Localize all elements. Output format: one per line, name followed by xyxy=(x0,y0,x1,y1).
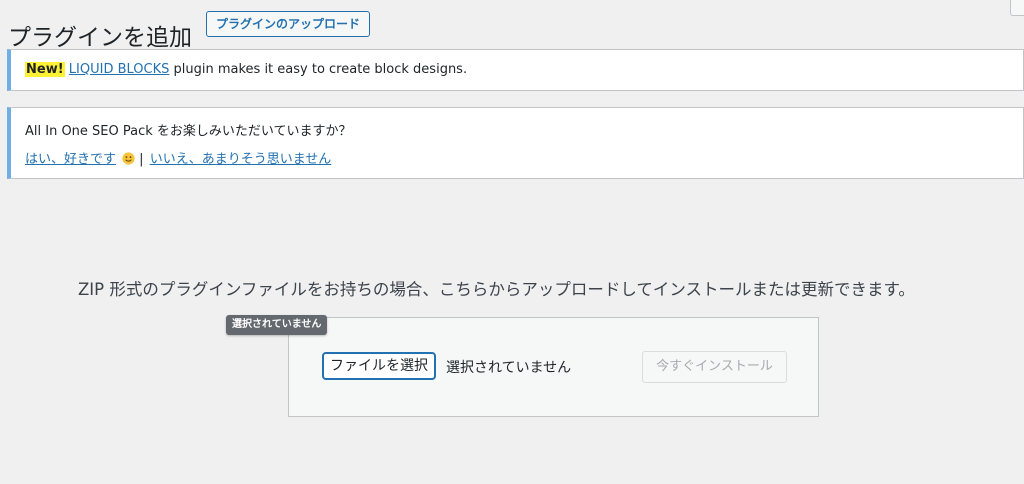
seo-yes-link[interactable]: はい、好きです xyxy=(25,152,116,167)
liquid-blocks-notice: New! LIQUID BLOCKS plugin makes it easy … xyxy=(7,49,1024,91)
link-separator: | xyxy=(139,152,144,167)
seo-feedback-notice: All In One SEO Pack をお楽しみいただいていますか？ はい、好… xyxy=(7,107,1024,179)
install-now-button[interactable]: 今すぐインストール xyxy=(642,351,787,383)
seo-answer-links: はい、好きです | いいえ、あまりそう思いません xyxy=(25,148,331,167)
liquid-notice-text: plugin makes it easy to create block des… xyxy=(169,62,468,77)
file-tooltip: 選択されていません xyxy=(226,315,328,335)
seo-question: All In One SEO Pack をお楽しみいただいていますか？ xyxy=(25,124,352,139)
smile-emoji-icon xyxy=(122,152,135,165)
upload-form: ファイルを選択 選択されていません 今すぐインストール xyxy=(288,317,819,417)
new-badge: New! xyxy=(25,62,65,77)
upload-description: ZIP 形式のプラグインファイルをお持ちの場合、こちらからアップロードしてインス… xyxy=(78,279,915,299)
file-status-text: 選択されていません xyxy=(446,360,572,376)
liquid-blocks-link[interactable]: LIQUID BLOCKS xyxy=(69,62,170,77)
screen-options-tab[interactable] xyxy=(1010,0,1024,16)
upload-plugin-button[interactable]: プラグインのアップロード xyxy=(206,11,371,37)
choose-file-button[interactable]: ファイルを選択 xyxy=(322,352,436,380)
seo-no-link[interactable]: いいえ、あまりそう思いません xyxy=(150,152,332,167)
